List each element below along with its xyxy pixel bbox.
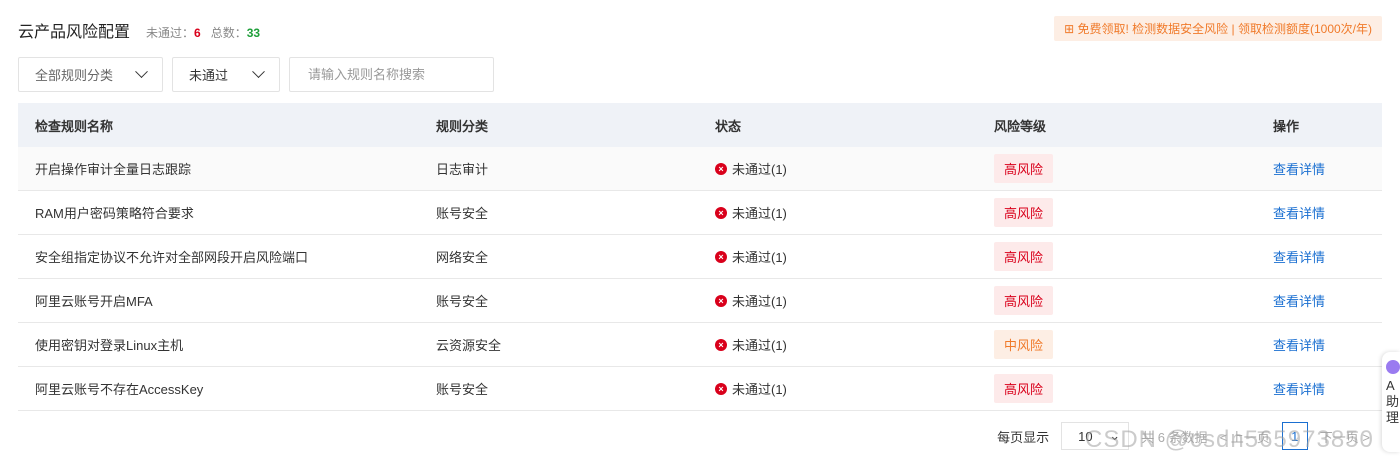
category-select[interactable]: 全部规则分类 [18,57,163,92]
rule-risk: 高风险 [994,242,1273,271]
pagination: 每页显示 10 ⌄ 共 6 条数据 < 上一页 1 下一页 > [997,422,1370,450]
view-details-link[interactable]: 查看详情 [1273,206,1325,221]
page-size-value: 10 [1078,428,1093,444]
next-page-button[interactable]: 下一页 > [1320,427,1370,446]
failed-count: 6 [194,26,201,40]
risk-badge: 高风险 [994,374,1054,403]
rules-table: 检查规则名称 规则分类 状态 风险等级 操作 开启操作审计全量日志跟踪 日志审计… [18,103,1382,411]
rule-category: 账号安全 [436,382,489,397]
error-icon: × [715,250,727,263]
rule-name: 使用密钥对登录Linux主机 [35,338,184,353]
promo-text: 免费领取! 检测数据安全风险 | 领取检测额度(1000次/年) [1077,22,1372,36]
rule-risk: 高风险 [994,374,1273,403]
rule-status: × 未通过(1) [715,335,994,354]
error-icon: × [715,206,727,219]
category-value: 全部规则分类 [35,68,114,83]
total-records: 共 6 条数据 [1141,429,1208,445]
rule-category: 网络安全 [436,250,489,265]
assistant-icon [1386,360,1400,374]
col-status: 状态 [715,118,742,134]
rule-status: × 未通过(1) [715,159,994,178]
rule-status: × 未通过(1) [715,203,994,222]
rule-name: 阿里云账号不存在AccessKey [35,382,204,397]
failed-label: 未通过： [146,26,195,40]
action-cell: 查看详情 [1273,159,1382,178]
status-text: 未通过(1) [732,250,787,265]
action-cell: 查看详情 [1273,291,1382,310]
chevron-down-icon [135,65,148,79]
rule-status: × 未通过(1) [715,379,994,398]
table-row: 阿里云账号不存在AccessKey 账号安全 × 未通过(1) 高风险 查看详情 [18,367,1382,411]
rule-name: 安全组指定协议不允许对全部网段开启风险端口 [35,250,309,265]
risk-badge: 高风险 [994,286,1054,315]
col-category: 规则分类 [436,118,489,134]
promo-banner[interactable]: ⊞ 免费领取! 检测数据安全风险 | 领取检测额度(1000次/年) [1054,16,1382,41]
status-select[interactable]: 未通过 [172,57,280,92]
rule-name: 阿里云账号开启MFA [35,294,153,309]
rule-category: 账号安全 [436,294,489,309]
table-row: 开启操作审计全量日志跟踪 日志审计 × 未通过(1) 高风险 查看详情 [18,147,1382,191]
table-row: 安全组指定协议不允许对全部网段开启风险端口 网络安全 × 未通过(1) 高风险 查… [18,235,1382,279]
risk-badge: 中风险 [994,330,1054,359]
prev-page-button[interactable]: < 上一页 [1220,427,1270,446]
rule-name: RAM用户密码策略符合要求 [35,206,194,221]
gift-icon: ⊞ [1064,22,1075,36]
table-header: 检查规则名称 规则分类 状态 风险等级 操作 [18,103,1382,147]
table-row: 使用密钥对登录Linux主机 云资源安全 × 未通过(1) 中风险 查看详情 [18,323,1382,367]
error-icon: × [715,294,727,307]
search-box [289,57,494,92]
chevron-down-icon: ⌄ [1109,428,1121,443]
rule-risk: 高风险 [994,154,1273,183]
rule-category: 账号安全 [436,206,489,221]
col-risk: 风险等级 [994,118,1047,134]
rule-risk: 高风险 [994,286,1273,315]
assistant-label: A 助 理 [1386,378,1400,425]
rule-risk: 高风险 [994,198,1273,227]
table-row: RAM用户密码策略符合要求 账号安全 × 未通过(1) 高风险 查看详情 [18,191,1382,235]
col-name: 检查规则名称 [35,118,114,134]
rule-name: 开启操作审计全量日志跟踪 [35,162,192,177]
risk-badge: 高风险 [994,154,1054,183]
table-row: 阿里云账号开启MFA 账号安全 × 未通过(1) 高风险 查看详情 [18,279,1382,323]
page-size-label: 每页显示 [997,429,1050,445]
risk-badge: 高风险 [994,242,1054,271]
assistant-widget[interactable]: A 助 理 [1382,352,1400,452]
stats: 未通过：6 总数：33 [146,24,260,41]
action-cell: 查看详情 [1273,335,1382,354]
view-details-link[interactable]: 查看详情 [1273,382,1325,397]
search-input[interactable] [308,67,484,82]
total-count: 33 [246,26,261,40]
error-icon: × [715,162,727,175]
rule-risk: 中风险 [994,330,1273,359]
status-text: 未通过(1) [732,338,787,353]
risk-badge: 高风险 [994,198,1054,227]
rule-category: 云资源安全 [436,338,502,353]
chevron-down-icon [252,65,265,79]
filter-bar: 全部规则分类 未通过 [18,57,494,92]
status-text: 未通过(1) [732,206,787,221]
action-cell: 查看详情 [1273,203,1382,222]
view-details-link[interactable]: 查看详情 [1273,338,1325,353]
error-icon: × [715,382,727,395]
view-details-link[interactable]: 查看详情 [1273,162,1325,177]
total-label: 总数： [210,26,247,40]
status-value: 未通过 [189,68,229,83]
col-action: 操作 [1273,118,1300,134]
view-details-link[interactable]: 查看详情 [1273,294,1325,309]
action-cell: 查看详情 [1273,247,1382,266]
status-text: 未通过(1) [732,382,787,397]
page-header: 云产品风险配置 未通过：6 总数：33 [18,18,260,42]
page-title: 云产品风险配置 [18,24,131,41]
page-1-button[interactable]: 1 [1281,422,1308,450]
action-cell: 查看详情 [1273,379,1382,398]
rule-category: 日志审计 [436,162,489,177]
rule-status: × 未通过(1) [715,291,994,310]
status-text: 未通过(1) [732,162,787,177]
error-icon: × [715,338,727,351]
rule-status: × 未通过(1) [715,247,994,266]
page-size-select[interactable]: 10 ⌄ [1061,422,1130,450]
view-details-link[interactable]: 查看详情 [1273,250,1325,265]
status-text: 未通过(1) [732,294,787,309]
